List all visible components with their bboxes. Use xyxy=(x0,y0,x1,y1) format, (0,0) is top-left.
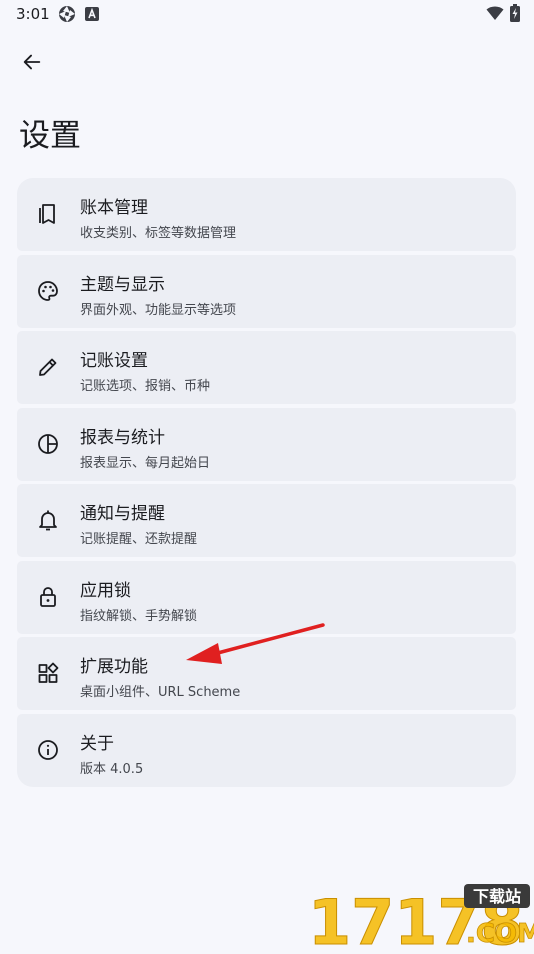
info-icon xyxy=(36,738,60,762)
settings-item-extensions[interactable]: 扩展功能 桌面小组件、URL Scheme xyxy=(17,637,516,710)
status-bar: 3:01 xyxy=(0,0,534,28)
settings-item-subtitle: 桌面小组件、URL Scheme xyxy=(80,685,241,700)
widgets-icon xyxy=(36,661,60,685)
settings-item-app-lock[interactable]: 应用锁 指纹解锁、手势解锁 xyxy=(17,560,516,634)
settings-item-title: 关于 xyxy=(80,733,114,754)
battery-charging-icon xyxy=(510,4,520,26)
settings-item-title: 通知与提醒 xyxy=(80,504,165,524)
settings-item-subtitle: 收支类别、标签等数据管理 xyxy=(80,226,237,241)
settings-item-title: 主题与显示 xyxy=(80,274,165,295)
settings-item-theme-display[interactable]: 主题与显示 界面外观、功能显示等选项 xyxy=(17,254,516,328)
settings-item-subtitle: 记账选项、报销、币种 xyxy=(80,379,211,394)
settings-item-subtitle: 版本 4.0.5 xyxy=(80,761,144,777)
bell-icon xyxy=(36,508,60,532)
settings-item-subtitle: 记账提醒、还款提醒 xyxy=(80,532,198,547)
settings-item-subtitle: 界面外观、功能显示等选项 xyxy=(80,302,237,318)
pie-chart-icon xyxy=(36,432,60,456)
letter-a-icon xyxy=(84,6,100,26)
settings-item-reports-statistics[interactable]: 报表与统计 报表显示、每月起始日 xyxy=(17,407,516,481)
pencil-icon xyxy=(36,355,60,379)
settings-item-ledger-management[interactable]: 账本管理 收支类别、标签等数据管理 xyxy=(17,178,516,251)
settings-item-title: 扩展功能 xyxy=(80,657,148,677)
settings-item-title: 账本管理 xyxy=(80,198,148,218)
status-time: 3:01 xyxy=(16,5,50,23)
settings-item-title: 应用锁 xyxy=(80,580,131,601)
settings-list: 账本管理 收支类别、标签等数据管理 主题与显示 界面外观、功能显示等选项 记账设… xyxy=(17,178,516,790)
settings-item-subtitle: 报表显示、每月起始日 xyxy=(80,455,211,471)
arrow-back-icon xyxy=(21,51,43,77)
settings-item-about[interactable]: 关于 版本 4.0.5 xyxy=(17,713,516,787)
page-title: 设置 xyxy=(19,118,81,154)
back-button[interactable] xyxy=(12,44,52,84)
ledger-book-icon xyxy=(36,202,60,226)
settings-item-notifications-reminders[interactable]: 通知与提醒 记账提醒、还款提醒 xyxy=(17,484,516,557)
lock-icon xyxy=(36,585,60,609)
palette-icon xyxy=(36,279,60,303)
settings-item-title: 报表与统计 xyxy=(80,427,165,448)
svg-text:下载站: 下载站 xyxy=(473,887,521,906)
settings-item-title: 记账设置 xyxy=(80,351,148,371)
settings-item-bookkeeping-settings[interactable]: 记账设置 记账选项、报销、币种 xyxy=(17,331,516,404)
wifi-icon xyxy=(486,5,504,25)
settings-item-subtitle: 指纹解锁、手势解锁 xyxy=(80,608,198,624)
aperture-icon xyxy=(58,5,76,27)
svg-text:.COM: .COM xyxy=(466,919,534,949)
watermark-logo: 17178 下载站 .COM xyxy=(306,880,534,954)
